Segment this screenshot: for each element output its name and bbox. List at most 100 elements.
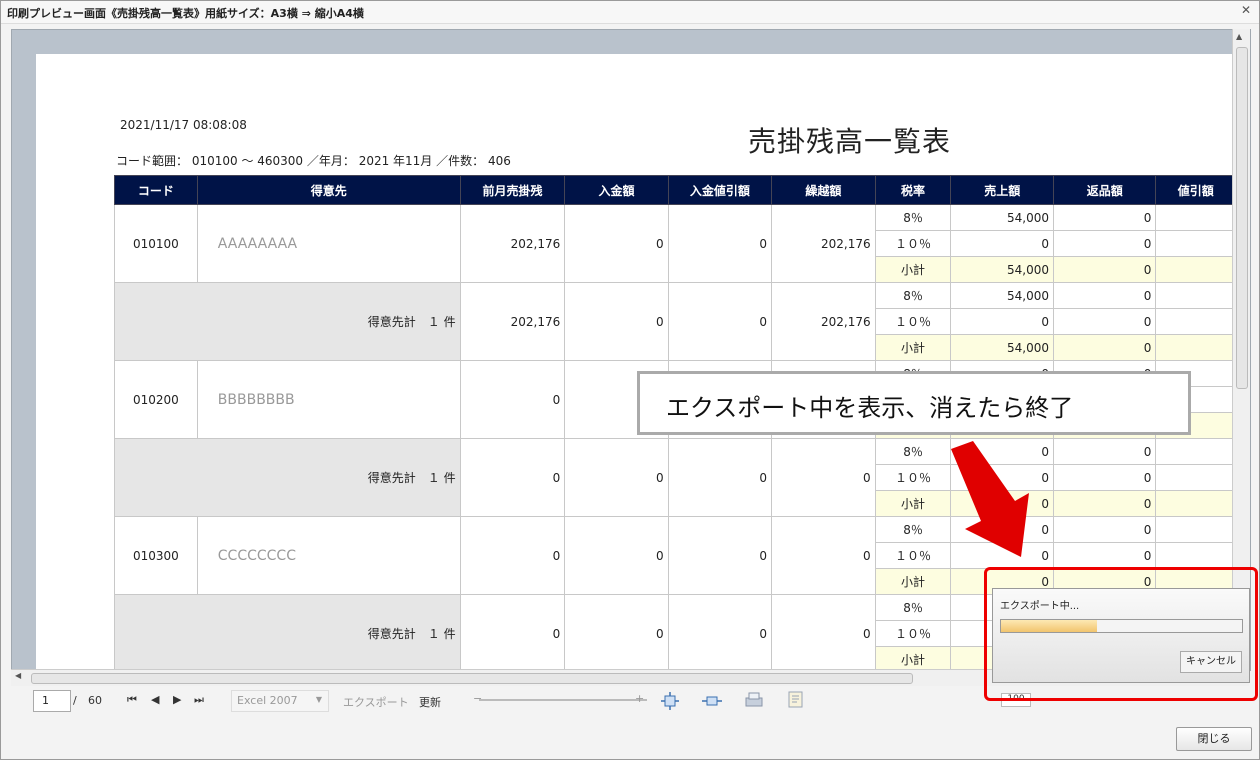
prev-balance-cell: 202,176 bbox=[459, 282, 566, 361]
payment-cell: 0 bbox=[564, 594, 669, 670]
discount-cell bbox=[1155, 516, 1236, 543]
sales-cell: 54,000 bbox=[950, 334, 1055, 361]
horizontal-scroll-thumb[interactable] bbox=[31, 673, 913, 684]
sales-cell: 0 bbox=[950, 230, 1055, 257]
report-range: コード範囲： 010100 ～ 460300 ／年月： 2021 年11月 ／件… bbox=[116, 154, 511, 168]
payment-discount-cell: 0 bbox=[667, 282, 773, 361]
returns-cell: 0 bbox=[1053, 204, 1157, 231]
returns-cell: 0 bbox=[1053, 334, 1157, 361]
next-page-icon[interactable]: ▶ bbox=[173, 693, 181, 706]
report-title: 売掛残高一覧表 bbox=[748, 125, 952, 158]
sales-cell: 0 bbox=[950, 308, 1055, 335]
prev-balance-cell: 0 bbox=[459, 594, 566, 670]
discount-cell bbox=[1155, 490, 1236, 517]
page-number-input[interactable]: 1 bbox=[33, 690, 71, 712]
fit-page-icon[interactable] bbox=[659, 692, 681, 710]
export-button[interactable]: エクスポート bbox=[343, 694, 409, 710]
header-customer: 得意先 bbox=[196, 175, 461, 205]
close-button[interactable]: 閉じる bbox=[1176, 727, 1252, 751]
print-icon[interactable] bbox=[743, 691, 765, 709]
discount-cell bbox=[1155, 542, 1236, 569]
first-page-icon[interactable]: ⏮ bbox=[127, 693, 137, 707]
header-code: コード bbox=[114, 175, 198, 205]
payment-discount-cell: 0 bbox=[667, 204, 773, 283]
tax-rate-cell: 小計 bbox=[874, 256, 952, 283]
table-row: 010300 CCCCCCCC 0 0 0 0 8％ 0 0 bbox=[114, 516, 1236, 595]
returns-cell: 0 bbox=[1053, 516, 1157, 543]
carry-cell: 0 bbox=[771, 516, 876, 595]
returns-cell: 0 bbox=[1053, 542, 1157, 569]
carry-cell: 202,176 bbox=[771, 204, 876, 283]
sales-cell: 54,000 bbox=[950, 256, 1055, 283]
discount-cell bbox=[1155, 438, 1236, 465]
vertical-scroll-thumb[interactable] bbox=[1236, 47, 1248, 389]
tax-rate-cell: １０％ bbox=[874, 308, 952, 335]
customer-code: 010300 bbox=[114, 516, 198, 595]
prev-page-icon[interactable]: ◀ bbox=[151, 693, 159, 706]
annotation-text: エクスポート中を表示、消えたら終了 bbox=[666, 394, 1074, 422]
group-total-label: 得意先計 １ 件 bbox=[114, 594, 461, 670]
payment-cell: 0 bbox=[564, 516, 669, 595]
export-format-select[interactable]: Excel 2007 ▼ bbox=[231, 690, 329, 712]
prev-balance-cell: 202,176 bbox=[459, 204, 566, 283]
group-total-label: 得意先計 １ 件 bbox=[114, 438, 461, 517]
discount-cell bbox=[1155, 308, 1236, 335]
tax-rate-cell: 8％ bbox=[874, 204, 952, 231]
scroll-up-icon[interactable]: ▲ bbox=[1236, 32, 1242, 41]
zoom-in-icon[interactable]: + bbox=[635, 692, 644, 705]
returns-cell: 0 bbox=[1053, 230, 1157, 257]
header-payment: 入金額 bbox=[564, 175, 669, 205]
export-progress-dialog: エクスポート中... キャンセル bbox=[992, 588, 1250, 683]
last-page-icon[interactable]: ⏭ bbox=[194, 693, 204, 707]
table-row: 010100 AAAAAAAA 202,176 0 0 202,176 8％ 54,000 0 bbox=[114, 204, 1236, 283]
customer-code: 010100 bbox=[114, 204, 198, 283]
tax-rate-cell: 小計 bbox=[874, 568, 952, 595]
payment-discount-cell: 0 bbox=[667, 438, 773, 517]
returns-cell: 0 bbox=[1053, 490, 1157, 517]
table-header-row: コード 得意先 前月売掛残 入金額 入金値引額 繰越額 税率 売上額 返品額 値… bbox=[114, 175, 1236, 205]
print-preview-window: 印刷プレビュー画面《売掛残高一覧表》用紙サイズ：A3横 ⇒ 縮小A4横 ✕ 20… bbox=[0, 0, 1260, 760]
scroll-left-icon[interactable]: ◀ bbox=[15, 671, 21, 680]
payment-cell: 0 bbox=[564, 438, 669, 517]
table-row: 得意先計 １ 件00008％00 bbox=[114, 438, 1236, 517]
zoom-slider[interactable]: 100 bbox=[479, 693, 1031, 707]
discount-cell bbox=[1155, 230, 1236, 257]
carry-cell: 0 bbox=[771, 438, 876, 517]
payment-discount-cell: 0 bbox=[667, 516, 773, 595]
header-carry: 繰越額 bbox=[771, 175, 876, 205]
export-progress-bar bbox=[1000, 619, 1243, 633]
window-title: 印刷プレビュー画面《売掛残高一覧表》用紙サイズ：A3横 ⇒ 縮小A4横 bbox=[7, 7, 364, 20]
payment-cell: 0 bbox=[564, 282, 669, 361]
tax-rate-cell: 8％ bbox=[874, 594, 952, 621]
tax-rate-cell: 小計 bbox=[874, 646, 952, 670]
progress-fill bbox=[1001, 620, 1098, 632]
returns-cell: 0 bbox=[1053, 256, 1157, 283]
discount-cell bbox=[1155, 464, 1236, 491]
chevron-down-icon: ▼ bbox=[315, 695, 322, 704]
returns-cell: 0 bbox=[1053, 308, 1157, 335]
customer-name: AAAAAAAA bbox=[196, 204, 461, 283]
discount-cell bbox=[1155, 282, 1236, 309]
tax-rate-cell: 小計 bbox=[874, 334, 952, 361]
discount-cell bbox=[1155, 204, 1236, 231]
sales-cell: 54,000 bbox=[950, 204, 1055, 231]
tax-rate-cell: １０％ bbox=[874, 620, 952, 647]
customer-code: 010200 bbox=[114, 360, 198, 439]
payment-cell: 0 bbox=[564, 204, 669, 283]
title-bar: 印刷プレビュー画面《売掛残高一覧表》用紙サイズ：A3横 ⇒ 縮小A4横 ✕ bbox=[1, 1, 1259, 24]
fit-width-icon[interactable] bbox=[701, 692, 723, 710]
table-row: 得意先計 １ 件 202,176 0 0 202,176 8％ 54,000 0 bbox=[114, 282, 1236, 361]
header-tax-rate: 税率 bbox=[874, 175, 952, 205]
refresh-button[interactable]: 更新 bbox=[419, 694, 441, 710]
tax-rate-cell: １０％ bbox=[874, 230, 952, 257]
header-sales: 売上額 bbox=[950, 175, 1055, 205]
discount-cell bbox=[1155, 256, 1236, 283]
page-separator: / bbox=[73, 694, 77, 707]
carry-cell: 0 bbox=[771, 594, 876, 670]
page-setup-icon[interactable] bbox=[785, 690, 807, 708]
close-icon[interactable]: ✕ bbox=[1241, 3, 1251, 17]
returns-cell: 0 bbox=[1053, 282, 1157, 309]
page-total: 60 bbox=[88, 694, 102, 707]
annotation-callout: エクスポート中を表示、消えたら終了 bbox=[637, 371, 1191, 435]
cancel-button[interactable]: キャンセル bbox=[1180, 651, 1242, 673]
